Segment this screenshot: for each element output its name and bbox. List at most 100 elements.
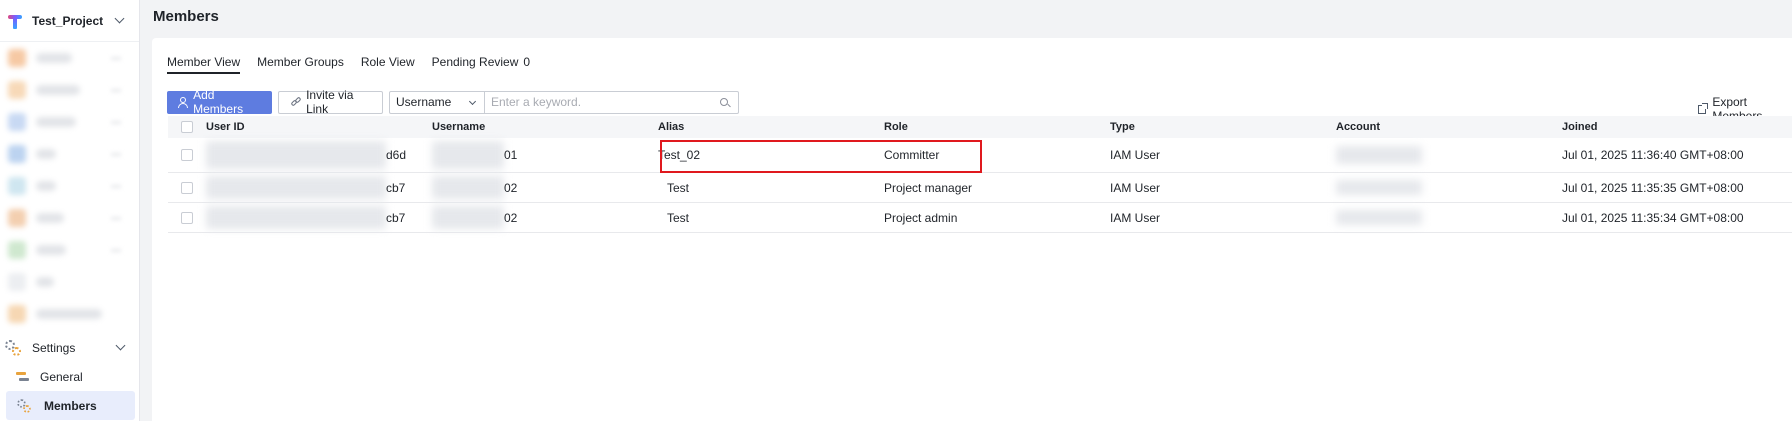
redacted-username	[432, 206, 504, 229]
table-header: User ID Username Alias Role Type Account…	[168, 116, 1792, 138]
project-logo-icon	[7, 13, 23, 29]
column-header: Username	[432, 121, 486, 133]
blurred-nav-item[interactable]	[8, 202, 127, 234]
table-row[interactable]: cb7 02 Test Project manager IAM User Jul…	[168, 173, 1792, 203]
members-settings-icon	[17, 398, 31, 413]
column-header: User ID	[206, 121, 245, 133]
nav-members[interactable]: Members	[6, 391, 135, 420]
nav-general[interactable]: General	[0, 362, 140, 391]
tab-label: Member View	[167, 55, 241, 69]
column-header: Type	[1110, 121, 1135, 133]
sidebar: Test_Project Settings General Members	[0, 0, 140, 421]
chevron-down-icon	[114, 13, 125, 24]
page-title: Members	[153, 8, 219, 25]
tab-pending-review[interactable]: Pending Review 0	[432, 55, 530, 74]
tab-role-view[interactable]: Role View	[361, 55, 415, 74]
blurred-nav-list	[0, 42, 139, 330]
tab-member-view[interactable]: Member View	[167, 55, 241, 74]
account-cell	[1336, 138, 1562, 172]
export-icon	[1698, 102, 1709, 114]
blurred-nav-item[interactable]	[8, 42, 127, 74]
redacted-user-id	[206, 176, 386, 199]
type-cell: IAM User	[1110, 148, 1161, 162]
nav-settings[interactable]: Settings	[0, 333, 140, 362]
settings-nav: Settings General Members	[0, 333, 140, 420]
view-tabs: Member View Member Groups Role View Pend…	[167, 55, 547, 74]
tab-label: Role View	[360, 55, 415, 69]
account-cell	[1336, 173, 1562, 202]
type-cell: IAM User	[1110, 210, 1161, 225]
username-cell: 01	[432, 138, 658, 172]
nav-members-label: Members	[44, 398, 97, 413]
toolbar: Add Members Invite via Link Username	[167, 88, 739, 116]
user-id-suffix: cb7	[386, 210, 406, 225]
redacted-account	[1336, 146, 1422, 164]
type-cell: IAM User	[1110, 180, 1161, 195]
row-select-cell	[168, 149, 206, 161]
blurred-nav-item[interactable]	[8, 266, 127, 298]
alias-cell: Test_02	[658, 148, 701, 162]
invite-via-link-button[interactable]: Invite via Link	[278, 88, 383, 116]
members-card: Member View Member Groups Role View Pend…	[152, 38, 1792, 421]
redacted-username	[432, 141, 504, 169]
chevron-down-icon	[468, 97, 477, 105]
add-members-label: Add Members	[193, 88, 244, 116]
redacted-user-id	[206, 206, 386, 229]
user-id-suffix: d6d	[386, 148, 407, 162]
account-cell	[1336, 203, 1562, 232]
role-cell: Project admin	[884, 210, 958, 225]
user-id-cell: d6d	[206, 138, 432, 172]
tab-label: Member Groups	[257, 55, 344, 69]
project-switcher[interactable]: Test_Project	[0, 0, 139, 42]
select-all-cell	[168, 121, 206, 133]
column-header: Alias	[658, 121, 685, 133]
username-suffix: 01	[504, 148, 518, 162]
table-row[interactable]: cb7 02 Test Project admin IAM User Jul 0…	[168, 203, 1792, 233]
add-members-button[interactable]: Add Members	[167, 88, 272, 116]
column-header: Account	[1336, 121, 1380, 133]
column-header: Joined	[1562, 121, 1598, 133]
user-id-cell: cb7	[206, 203, 432, 232]
blurred-nav-item[interactable]	[8, 138, 127, 170]
pending-count-badge: 0	[523, 55, 531, 69]
redacted-account	[1336, 210, 1422, 225]
row-checkbox[interactable]	[181, 211, 193, 224]
blurred-nav-item[interactable]	[8, 170, 127, 202]
project-name: Test_Project	[32, 13, 104, 28]
alias-text: Test	[667, 210, 690, 225]
row-checkbox[interactable]	[181, 149, 193, 161]
table-row[interactable]: d6d 01 Test_02 Committer IAM User Jul 01…	[168, 138, 1792, 173]
row-select-cell	[168, 211, 206, 224]
search-field-select[interactable]: Username	[389, 90, 485, 114]
blurred-nav-item[interactable]	[8, 106, 127, 138]
tab-label: Pending Review	[431, 55, 519, 69]
select-all-checkbox[interactable]	[181, 121, 193, 133]
search-input[interactable]	[485, 92, 705, 112]
redacted-username	[432, 176, 504, 199]
redacted-account	[1336, 180, 1422, 195]
nav-general-label: General	[40, 369, 83, 384]
link-icon	[290, 96, 302, 107]
blurred-nav-item[interactable]	[8, 234, 127, 266]
nav-settings-label: Settings	[32, 340, 76, 355]
joined-cell: Jul 01, 2025 11:36:40 GMT+08:00	[1562, 148, 1744, 162]
column-header: Role	[884, 121, 908, 133]
blurred-nav-item[interactable]	[8, 298, 127, 330]
search-icon[interactable]	[720, 97, 731, 108]
search-box	[485, 90, 739, 114]
alias-cell: Test	[658, 211, 884, 225]
search-field-value: Username	[396, 95, 452, 109]
user-id-suffix: cb7	[386, 180, 406, 195]
row-checkbox[interactable]	[181, 181, 193, 194]
alias-cell: Test	[658, 181, 884, 195]
chevron-down-icon	[115, 340, 126, 351]
row-select-cell	[168, 181, 206, 194]
user-add-icon	[178, 96, 188, 108]
username-cell: 02	[432, 203, 658, 232]
username-suffix: 02	[504, 210, 518, 225]
tab-member-groups[interactable]: Member Groups	[257, 55, 344, 74]
role-cell: Committer	[884, 148, 940, 162]
blurred-nav-item[interactable]	[8, 74, 127, 106]
joined-cell: Jul 01, 2025 11:35:35 GMT+08:00	[1562, 180, 1744, 195]
username-suffix: 02	[504, 180, 518, 195]
